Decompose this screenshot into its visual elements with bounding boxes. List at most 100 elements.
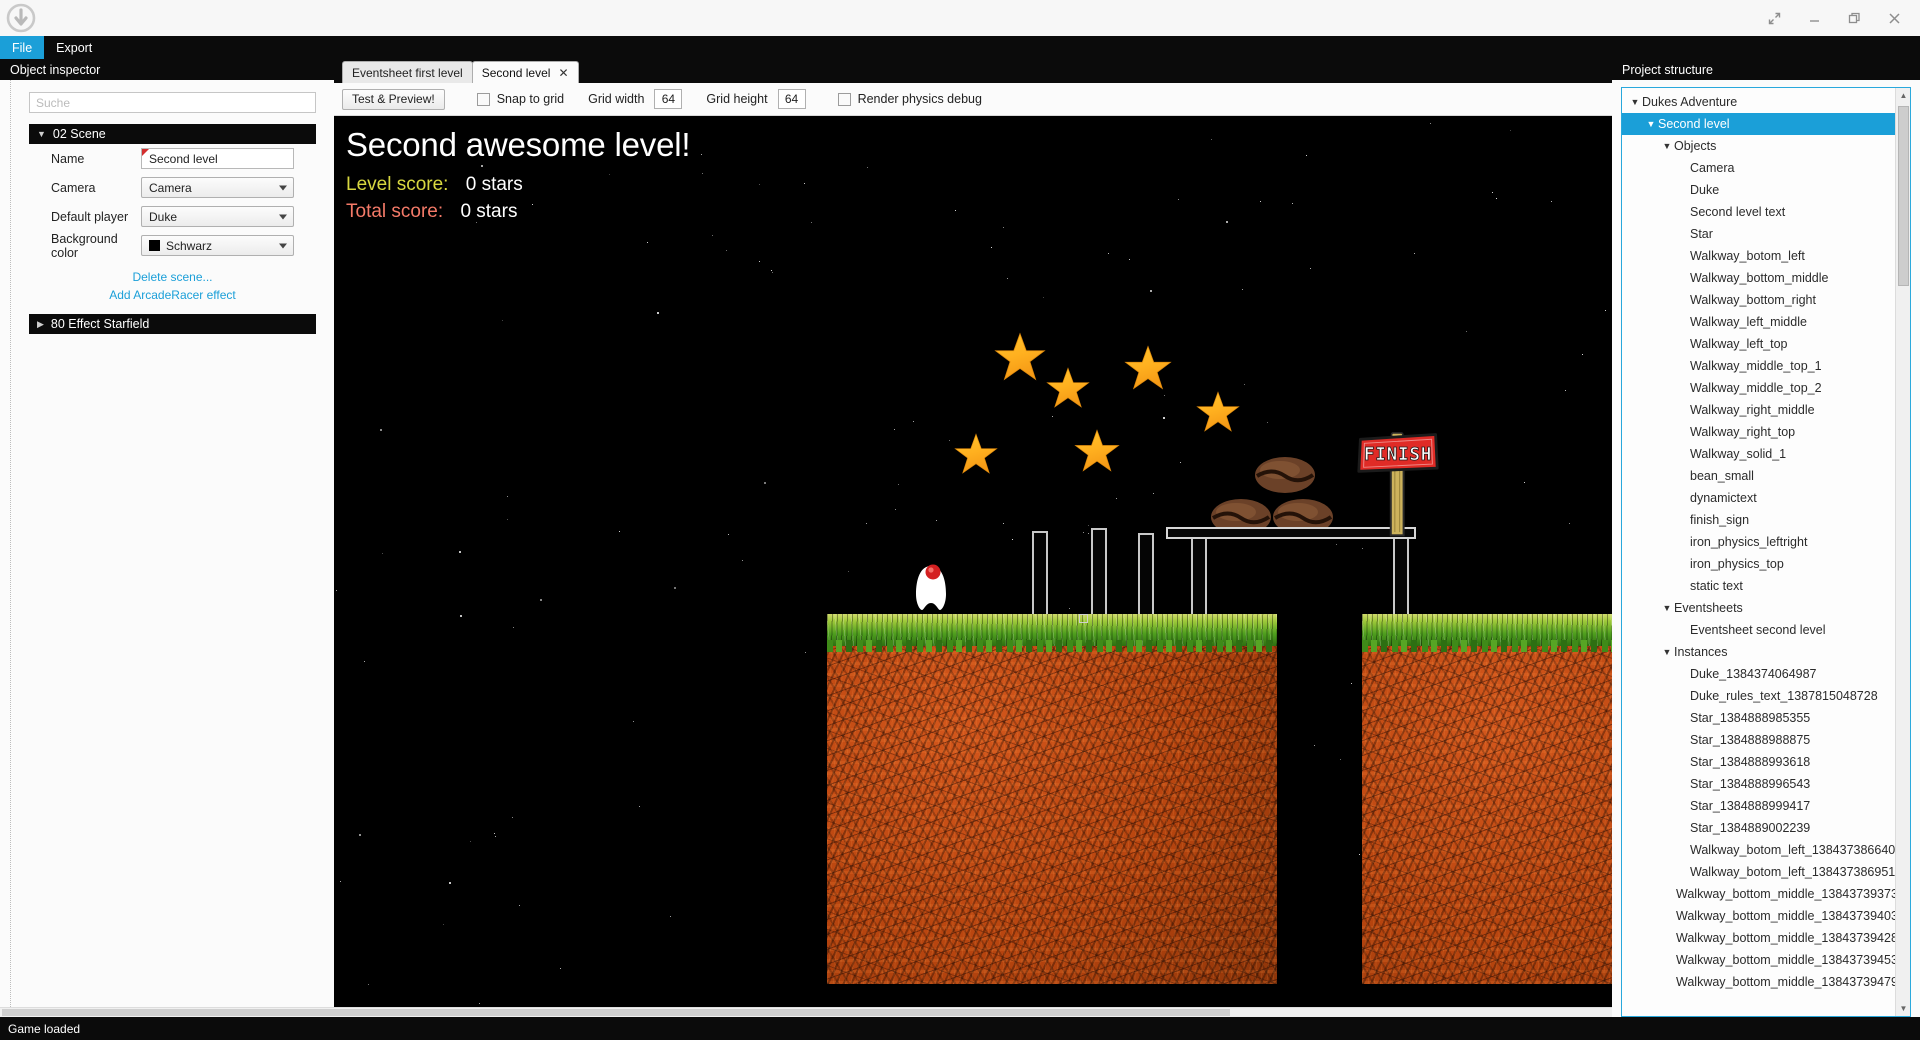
grid-height-input[interactable]: 64 xyxy=(777,89,806,109)
menu-item-file[interactable]: File xyxy=(0,36,45,59)
star-collectible[interactable] xyxy=(1046,366,1090,410)
scroll-down-arrow-icon[interactable]: ▼ xyxy=(1896,1001,1910,1016)
tree-item[interactable]: Walkway_botom_left_1384373869515 xyxy=(1622,861,1910,883)
delete-scene-link[interactable]: Delete scene... xyxy=(29,270,316,284)
star-collectible[interactable] xyxy=(1124,344,1172,392)
project-tree-container[interactable]: ▼ Dukes Adventure ▼ Second level ▼ Objects Cam… xyxy=(1621,87,1911,1017)
tree-item[interactable]: Walkway_bottom_middle_1384373937322 xyxy=(1622,883,1910,905)
background-star-pixel xyxy=(1225,220,1228,223)
name-field[interactable]: Second level xyxy=(141,148,294,169)
tree-item[interactable]: Eventsheet second level xyxy=(1622,619,1910,641)
scrollbar-thumb[interactable] xyxy=(1898,106,1909,286)
tree-item[interactable]: Walkway_solid_1 xyxy=(1622,443,1910,465)
close-tab-icon[interactable]: ✕ xyxy=(558,66,568,80)
star-collectible[interactable] xyxy=(994,331,1046,383)
tree-item[interactable]: Walkway_left_middle xyxy=(1622,311,1910,333)
tab-second-level[interactable]: Second level ✕ xyxy=(471,61,579,83)
star-collectible[interactable] xyxy=(1074,428,1120,474)
tree-item[interactable]: Duke xyxy=(1622,179,1910,201)
finish-sign-object[interactable]: FINISH xyxy=(1354,416,1442,541)
tree-item[interactable]: static text xyxy=(1622,575,1910,597)
star-collectible[interactable] xyxy=(1196,390,1240,434)
iron-physics-bar[interactable] xyxy=(1032,531,1048,623)
star-collectible[interactable] xyxy=(954,432,998,476)
tree-scrollbar[interactable]: ▲ ▼ xyxy=(1895,88,1910,1016)
tree-item[interactable]: dynamictext xyxy=(1622,487,1910,509)
duke-player-character[interactable] xyxy=(912,560,950,612)
snap-to-grid-checkbox[interactable]: Snap to grid xyxy=(476,92,564,106)
tree-item-label: Star_1384888993618 xyxy=(1690,755,1811,769)
tree-item[interactable]: Walkway_bottom_middle_1384373947993 xyxy=(1622,971,1910,993)
tree-item[interactable]: Duke_rules_text_1387815048728 xyxy=(1622,685,1910,707)
iron-physics-bar[interactable] xyxy=(1393,534,1409,626)
camera-select[interactable]: Camera xyxy=(141,177,294,198)
background-star-pixel xyxy=(1509,130,1511,132)
tree-item[interactable]: Walkway_middle_top_1 xyxy=(1622,355,1910,377)
scene-section-header[interactable]: ▼ 02 Scene xyxy=(29,124,316,144)
walkway-terrain-block[interactable] xyxy=(827,614,1277,984)
background-color-select[interactable]: Schwarz xyxy=(141,235,294,256)
menu-item-export[interactable]: Export xyxy=(44,36,104,59)
tree-item[interactable]: ▼ Dukes Adventure xyxy=(1622,91,1910,113)
tree-item[interactable]: ▼ Second level xyxy=(1622,113,1910,135)
chevron-down-icon[interactable]: ▼ xyxy=(1628,97,1642,107)
tree-item[interactable]: Duke_1384374064987 xyxy=(1622,663,1910,685)
scrollbar-thumb[interactable] xyxy=(2,1009,1230,1016)
tree-item[interactable]: Walkway_botom_left_1384373866404 xyxy=(1622,839,1910,861)
tree-item[interactable]: bean_small xyxy=(1622,465,1910,487)
search-input[interactable] xyxy=(29,92,316,113)
tree-item[interactable]: Star xyxy=(1622,223,1910,245)
tree-item[interactable]: Walkway_botom_left xyxy=(1622,245,1910,267)
minimize-button[interactable] xyxy=(1794,2,1834,34)
tree-item[interactable]: Walkway_bottom_middle_1384373940351 xyxy=(1622,905,1910,927)
tree-item[interactable]: Star_1384888999417 xyxy=(1622,795,1910,817)
iron-physics-bar[interactable] xyxy=(1091,528,1107,620)
tree-item[interactable]: Second level text xyxy=(1622,201,1910,223)
tree-item[interactable]: Walkway_right_top xyxy=(1622,421,1910,443)
tree-item[interactable]: ▼ Eventsheets xyxy=(1622,597,1910,619)
chevron-down-icon[interactable]: ▼ xyxy=(1660,603,1674,613)
walkway-terrain-block[interactable] xyxy=(1362,614,1612,984)
default-player-select[interactable]: Duke xyxy=(141,206,294,227)
tab-eventsheet-first-level[interactable]: Eventsheet first level xyxy=(342,61,473,83)
tree-item[interactable]: Star_1384889002239 xyxy=(1622,817,1910,839)
tree-item[interactable]: Walkway_bottom_middle xyxy=(1622,267,1910,289)
tree-item[interactable]: iron_physics_top xyxy=(1622,553,1910,575)
background-star-pixel xyxy=(478,1002,480,1004)
tree-item[interactable]: Walkway_bottom_middle_1384373945327 xyxy=(1622,949,1910,971)
object-handle-marker[interactable] xyxy=(1079,614,1088,623)
tree-item[interactable]: Star_1384888993618 xyxy=(1622,751,1910,773)
chevron-down-icon[interactable]: ▼ xyxy=(1660,647,1674,657)
coffee-bean-object[interactable] xyxy=(1254,456,1316,494)
restore-button[interactable] xyxy=(1834,2,1874,34)
tree-item[interactable]: Walkway_middle_top_2 xyxy=(1622,377,1910,399)
effect-starfield-section-header[interactable]: ▶ 80 Effect Starfield xyxy=(29,314,316,334)
tree-item[interactable]: Walkway_bottom_right xyxy=(1622,289,1910,311)
tree-item[interactable]: Camera xyxy=(1622,157,1910,179)
render-physics-debug-checkbox[interactable]: Render physics debug xyxy=(837,92,982,106)
scroll-up-arrow-icon[interactable]: ▲ xyxy=(1896,88,1910,103)
tree-item[interactable]: finish_sign xyxy=(1622,509,1910,531)
iron-physics-bar[interactable] xyxy=(1191,534,1207,626)
fullscreen-button[interactable] xyxy=(1754,2,1794,34)
tree-item[interactable]: Walkway_right_middle xyxy=(1622,399,1910,421)
canvas-horizontal-scrollbar[interactable] xyxy=(0,1007,1612,1017)
tree-item[interactable]: Walkway_left_top xyxy=(1622,333,1910,355)
tree-item[interactable]: Star_1384888985355 xyxy=(1622,707,1910,729)
iron-physics-bar[interactable] xyxy=(1138,533,1154,621)
tree-item[interactable]: Star_1384888988875 xyxy=(1622,729,1910,751)
grid-width-input[interactable]: 64 xyxy=(654,89,683,109)
chevron-down-icon[interactable]: ▼ xyxy=(1660,141,1674,151)
tree-item[interactable]: ▼ Objects xyxy=(1622,135,1910,157)
tree-item[interactable]: Star_1384888996543 xyxy=(1622,773,1910,795)
background-star-pixel xyxy=(1087,524,1089,526)
tree-item[interactable]: iron_physics_leftright xyxy=(1622,531,1910,553)
close-button[interactable] xyxy=(1874,2,1914,34)
test-preview-button[interactable]: Test & Preview! xyxy=(342,88,445,110)
background-star-pixel xyxy=(990,247,992,249)
scene-canvas[interactable]: Second awesome level! Level score: 0 sta… xyxy=(334,116,1612,1017)
tree-item[interactable]: ▼ Instances xyxy=(1622,641,1910,663)
chevron-down-icon[interactable]: ▼ xyxy=(1644,119,1658,129)
tree-item[interactable]: Walkway_bottom_middle_1384373942839 xyxy=(1622,927,1910,949)
add-arcaderacer-effect-link[interactable]: Add ArcadeRacer effect xyxy=(29,288,316,302)
